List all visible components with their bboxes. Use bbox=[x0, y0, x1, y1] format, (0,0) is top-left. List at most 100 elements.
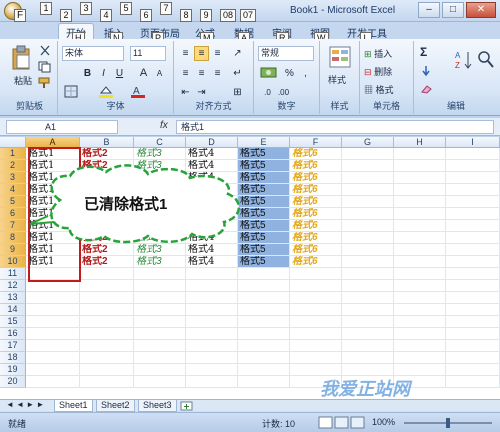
row-header-1[interactable]: 1 bbox=[0, 148, 26, 160]
cell-a14[interactable] bbox=[26, 304, 80, 316]
cell-g11[interactable] bbox=[342, 268, 394, 280]
find-select-icon[interactable] bbox=[476, 49, 496, 71]
row-header-13[interactable]: 13 bbox=[0, 292, 26, 304]
cell-b14[interactable] bbox=[80, 304, 134, 316]
cell-e11[interactable] bbox=[238, 268, 290, 280]
comma-button[interactable]: , bbox=[298, 66, 313, 81]
cell-i16[interactable] bbox=[446, 328, 500, 340]
cell-i11[interactable] bbox=[446, 268, 500, 280]
cell-c11[interactable] bbox=[134, 268, 186, 280]
cell-g10[interactable] bbox=[342, 256, 394, 268]
paste-icon[interactable] bbox=[10, 45, 32, 71]
cell-e15[interactable] bbox=[238, 316, 290, 328]
row-header-10[interactable]: 10 bbox=[0, 256, 26, 268]
cell-h6[interactable] bbox=[394, 208, 446, 220]
cell-h4[interactable] bbox=[394, 184, 446, 196]
cell-d19[interactable] bbox=[186, 364, 238, 376]
row-header-17[interactable]: 17 bbox=[0, 340, 26, 352]
cell-g2[interactable] bbox=[342, 160, 394, 172]
cell-d10[interactable]: 格式4 bbox=[186, 256, 238, 268]
cell-c20[interactable] bbox=[134, 376, 186, 388]
cell-f14[interactable] bbox=[290, 304, 342, 316]
wrap-text-button[interactable]: ↵ bbox=[230, 66, 245, 81]
insert-sheet-icon[interactable] bbox=[180, 401, 194, 411]
cell-h16[interactable] bbox=[394, 328, 446, 340]
row-header-20[interactable]: 20 bbox=[0, 376, 26, 388]
cell-e1[interactable]: 格式5 bbox=[238, 148, 290, 160]
paste-button[interactable]: 粘贴 bbox=[14, 74, 32, 87]
cell-e12[interactable] bbox=[238, 280, 290, 292]
cell-i18[interactable] bbox=[446, 352, 500, 364]
name-box[interactable]: A1 bbox=[6, 120, 118, 134]
cell-i6[interactable] bbox=[446, 208, 500, 220]
cell-i10[interactable] bbox=[446, 256, 500, 268]
cell-a19[interactable] bbox=[26, 364, 80, 376]
cell-i2[interactable] bbox=[446, 160, 500, 172]
sheet-tab-2[interactable]: Sheet2 bbox=[96, 400, 135, 412]
sheet-tab-1[interactable]: Sheet1 bbox=[54, 400, 93, 412]
cell-c1[interactable]: 格式3 bbox=[134, 148, 186, 160]
row-header-4[interactable]: 4 bbox=[0, 184, 26, 196]
cell-a16[interactable] bbox=[26, 328, 80, 340]
cell-d17[interactable] bbox=[186, 340, 238, 352]
cell-f6[interactable]: 格式6 bbox=[290, 208, 342, 220]
view-buttons[interactable] bbox=[318, 416, 366, 430]
cell-c15[interactable] bbox=[134, 316, 186, 328]
cell-c17[interactable] bbox=[134, 340, 186, 352]
cell-f7[interactable]: 格式6 bbox=[290, 220, 342, 232]
row-header-14[interactable]: 14 bbox=[0, 304, 26, 316]
row-header-5[interactable]: 5 bbox=[0, 196, 26, 208]
cell-h7[interactable] bbox=[394, 220, 446, 232]
merge-center-button[interactable]: ⊞ bbox=[230, 85, 245, 100]
column-header-d[interactable]: D bbox=[186, 137, 238, 148]
cell-e13[interactable] bbox=[238, 292, 290, 304]
decrease-indent-button[interactable]: ⇤ bbox=[178, 85, 193, 100]
cell-f15[interactable] bbox=[290, 316, 342, 328]
row-header-7[interactable]: 7 bbox=[0, 220, 26, 232]
row-header-18[interactable]: 18 bbox=[0, 352, 26, 364]
autosum-button[interactable]: Σ bbox=[420, 45, 427, 59]
row-header-19[interactable]: 19 bbox=[0, 364, 26, 376]
cut-icon[interactable] bbox=[38, 45, 52, 57]
cell-h5[interactable] bbox=[394, 196, 446, 208]
sheet-nav-buttons[interactable]: ◄ ◄ ► ► bbox=[6, 400, 44, 409]
row-header-15[interactable]: 15 bbox=[0, 316, 26, 328]
cell-g7[interactable] bbox=[342, 220, 394, 232]
cell-f5[interactable]: 格式6 bbox=[290, 196, 342, 208]
cell-b17[interactable] bbox=[80, 340, 134, 352]
align-center-button[interactable]: ≡ bbox=[194, 66, 209, 81]
cell-f11[interactable] bbox=[290, 268, 342, 280]
cell-c13[interactable] bbox=[134, 292, 186, 304]
delete-cells-button[interactable]: ⊟ 删除 bbox=[364, 65, 392, 78]
cell-g6[interactable] bbox=[342, 208, 394, 220]
cell-a20[interactable] bbox=[26, 376, 80, 388]
cell-a15[interactable] bbox=[26, 316, 80, 328]
column-header-h[interactable]: H bbox=[394, 137, 446, 148]
styles-button[interactable]: 样式 bbox=[328, 73, 346, 86]
cell-b10[interactable]: 格式2 bbox=[80, 256, 134, 268]
cell-e14[interactable] bbox=[238, 304, 290, 316]
cell-e10[interactable]: 格式5 bbox=[238, 256, 290, 268]
cell-g15[interactable] bbox=[342, 316, 394, 328]
cell-i4[interactable] bbox=[446, 184, 500, 196]
cell-b19[interactable] bbox=[80, 364, 134, 376]
cell-f18[interactable] bbox=[290, 352, 342, 364]
cell-i20[interactable] bbox=[446, 376, 500, 388]
cell-h12[interactable] bbox=[394, 280, 446, 292]
cell-h18[interactable] bbox=[394, 352, 446, 364]
clear-icon[interactable] bbox=[420, 83, 434, 95]
column-header-c[interactable]: C bbox=[134, 137, 186, 148]
cell-b13[interactable] bbox=[80, 292, 134, 304]
insert-function-button[interactable]: fx bbox=[160, 120, 168, 131]
decrease-decimal-button[interactable]: .00 bbox=[276, 85, 291, 100]
cell-g4[interactable] bbox=[342, 184, 394, 196]
cell-g1[interactable] bbox=[342, 148, 394, 160]
cell-f9[interactable]: 格式6 bbox=[290, 244, 342, 256]
cell-e17[interactable] bbox=[238, 340, 290, 352]
cell-i19[interactable] bbox=[446, 364, 500, 376]
font-name-select[interactable]: 宋体 bbox=[62, 46, 124, 61]
shrink-font-button[interactable]: A bbox=[152, 66, 167, 81]
cell-b15[interactable] bbox=[80, 316, 134, 328]
cell-g16[interactable] bbox=[342, 328, 394, 340]
cell-i15[interactable] bbox=[446, 316, 500, 328]
